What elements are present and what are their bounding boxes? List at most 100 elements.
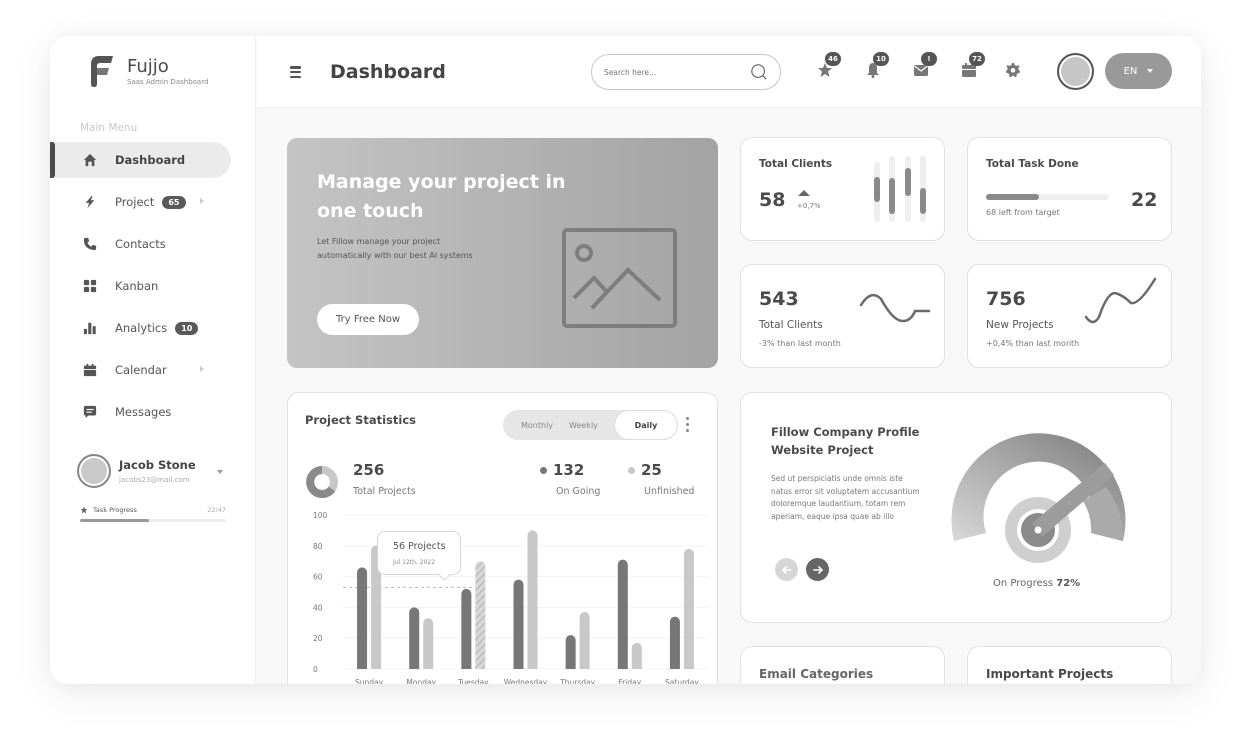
task-done-progress-bar <box>986 194 1109 200</box>
period-tabs: Monthly Weekly Daily <box>503 410 678 440</box>
ongoing-value: 132 <box>540 461 584 479</box>
x-tick-label: Wednesday <box>504 678 548 684</box>
total-projects-value: 256 <box>353 461 385 479</box>
sidebar-item-messages[interactable]: Messages <box>50 394 256 430</box>
favorites-badge: 46 <box>825 52 841 66</box>
task-done-progress-fill <box>986 194 1039 200</box>
bar-unfinished <box>423 618 434 669</box>
app-window: Fujjo Saas Admin Dashboard Main Menu Das… <box>50 36 1201 684</box>
task-progress-bar <box>80 519 226 522</box>
project-statistics-card: Project Statistics Monthly Weekly Daily … <box>287 392 718 684</box>
clients-month-label: Total Clients <box>759 319 823 331</box>
tab-monthly[interactable]: Monthly <box>503 410 561 440</box>
y-tick-label: 60 <box>313 573 323 582</box>
new-projects-label: New Projects <box>986 319 1054 331</box>
user-profile[interactable]: Jacob Stone jacobs23@mail.com <box>77 454 227 488</box>
new-projects-card: 756 New Projects +0,4% than last month <box>967 264 1172 368</box>
banner-text: Let Fillow manage your project automatic… <box>317 237 473 260</box>
company-project-card: Fillow Company Profile Website Project S… <box>740 392 1172 623</box>
task-done-note: 68 left from target <box>986 208 1060 217</box>
unfinished-number: 25 <box>641 461 662 479</box>
calendar-button[interactable]: 72 <box>961 52 985 80</box>
mini-range-chart <box>874 156 926 222</box>
card-title: Email Categories <box>759 667 874 681</box>
ongoing-number: 132 <box>553 461 585 479</box>
trend-up-icon <box>798 190 810 196</box>
previous-button[interactable] <box>775 558 798 581</box>
total-task-done-card: Total Task Done 68 left from target 22 <box>967 137 1172 241</box>
sidebar-item-calendar[interactable]: Calendar <box>50 352 256 388</box>
x-tick-label: Friday <box>618 678 641 684</box>
try-free-now-button[interactable]: Try Free Now <box>317 304 419 335</box>
favorites-button[interactable]: 46 <box>817 52 841 80</box>
chart-tooltip: 56 Projects Jul 12th, 2022 <box>377 531 461 575</box>
banner-title: Manage your project in one touch <box>317 171 566 222</box>
x-tick-label: Saturday <box>665 678 699 684</box>
next-button[interactable] <box>806 558 829 581</box>
brand-tagline: Saas Admin Dashboard <box>127 77 209 86</box>
sidebar-item-dashboard[interactable]: Dashboard <box>50 142 231 178</box>
more-options-icon[interactable] <box>686 417 690 432</box>
project-title: Fillow Company Profile Website Project <box>771 425 920 457</box>
total-clients-value: 58 <box>759 189 786 211</box>
important-projects-card: Important Projects <box>967 646 1172 684</box>
image-placeholder-icon <box>562 228 677 328</box>
gauge-label: On Progress 72% <box>993 578 1080 589</box>
y-tick-label: 80 <box>313 542 323 551</box>
promo-banner: Manage your project in one touch Let Fil… <box>287 138 718 368</box>
sidebar-item-contacts[interactable]: Contacts <box>50 226 256 262</box>
search-input[interactable] <box>604 67 750 77</box>
gear-icon <box>1006 63 1020 78</box>
bar-on-going <box>357 567 368 669</box>
task-progress-fill <box>80 519 149 522</box>
unfinished-label: Unfinished <box>644 486 695 497</box>
language-selector[interactable]: EN <box>1105 53 1172 89</box>
brand-logo[interactable]: Fujjo Saas Admin Dashboard <box>87 54 208 88</box>
unfinished-legend-dot <box>628 467 635 474</box>
hamburger-menu-icon[interactable] <box>290 66 301 78</box>
task-done-value: 22 <box>1131 189 1158 211</box>
sidebar-item-kanban[interactable]: Kanban <box>50 268 256 304</box>
messages-button[interactable]: ! <box>913 52 937 80</box>
progress-value: 72% <box>1056 578 1081 589</box>
bar-on-going <box>461 588 472 669</box>
card-title: Total Clients <box>759 158 833 170</box>
calendar-icon <box>83 363 97 377</box>
total-clients-change: +0,7% <box>797 202 821 210</box>
total-projects-label: Total Projects <box>353 486 416 497</box>
settings-button[interactable] <box>1005 62 1023 80</box>
bar-on-going <box>409 607 420 669</box>
notifications-button[interactable]: 10 <box>865 52 889 80</box>
tab-weekly[interactable]: Weekly <box>561 410 606 440</box>
tooltip-date: Jul 12th, 2022 <box>393 559 436 566</box>
fujjo-logo-icon <box>91 56 113 87</box>
caret-down-icon <box>1147 69 1154 73</box>
language-label: EN <box>1123 65 1138 77</box>
analytics-count-badge: 10 <box>175 321 199 335</box>
progress-label: On Progress <box>993 578 1054 589</box>
x-tick-label: Thursday <box>559 678 595 684</box>
x-tick-label: Monday <box>406 678 436 684</box>
arrow-left-icon <box>781 565 792 574</box>
search-icon[interactable] <box>750 63 768 81</box>
bar-unfinished <box>683 548 694 669</box>
header-avatar[interactable] <box>1057 53 1094 90</box>
top-header: Dashboard 46 10 ! 72 EN <box>257 36 1201 108</box>
sparkline-chart <box>1084 277 1157 324</box>
arrow-right-icon <box>812 565 823 574</box>
sparkline-chart <box>859 293 931 323</box>
email-categories-card: Email Categories <box>740 646 945 684</box>
sidebar-item-project[interactable]: Project 65 <box>50 184 256 220</box>
tooltip-title: 56 Projects <box>393 541 446 552</box>
caret-down-icon[interactable] <box>217 470 223 474</box>
bar-on-going <box>669 616 680 669</box>
user-email: jacobs23@mail.com <box>119 476 190 484</box>
bar-unfinished <box>631 642 642 669</box>
tab-daily[interactable]: Daily <box>614 410 678 440</box>
card-title: Project Statistics <box>305 413 416 427</box>
phone-icon <box>83 237 97 251</box>
clients-month-value: 543 <box>759 288 799 310</box>
bolt-icon <box>83 195 97 209</box>
progress-gauge <box>951 433 1126 563</box>
sidebar-item-analytics[interactable]: Analytics 10 <box>50 310 256 346</box>
